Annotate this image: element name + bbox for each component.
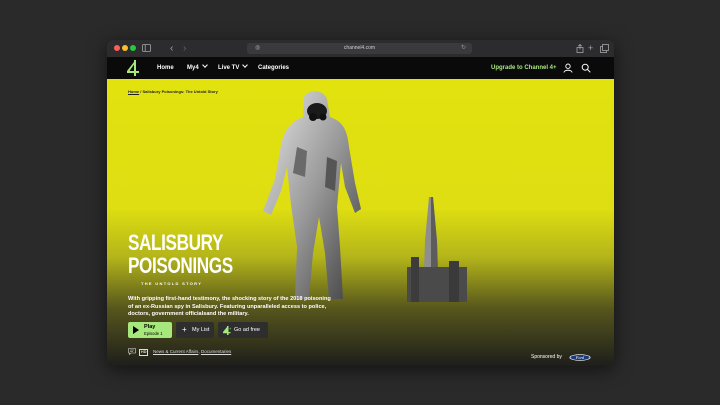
new-tab-icon[interactable]: + xyxy=(588,42,593,55)
ford-logo-text: Ford xyxy=(575,355,585,360)
genre-link-documentaries[interactable]: Documentaries xyxy=(201,349,231,354)
ford-logo-icon: Ford xyxy=(569,354,591,361)
subtitles-icon xyxy=(128,348,136,355)
breadcrumb: Home / Salisbury Poisonings: The Untold … xyxy=(128,89,218,94)
go-ad-free-button[interactable]: + Go ad free xyxy=(218,322,268,338)
genre-link-news[interactable]: News & Current Affairs xyxy=(153,349,198,354)
browser-window: ‹ › ◍ channel4.com ↻ + Home My4 Live TV … xyxy=(107,40,614,366)
play-icon xyxy=(133,326,139,334)
user-icon[interactable] xyxy=(563,63,573,73)
minimize-window-button[interactable] xyxy=(122,45,128,51)
my-list-label: My List xyxy=(192,327,210,333)
chevron-down-icon xyxy=(242,62,249,68)
share-icon[interactable] xyxy=(576,44,584,53)
shield-icon: ◍ xyxy=(255,45,261,51)
zoom-window-button[interactable] xyxy=(130,45,136,51)
site-navigation: Home My4 Live TV Categories Upgrade to C… xyxy=(107,57,614,79)
show-description: With gripping first-hand testimony, the … xyxy=(128,296,331,318)
chevron-down-icon xyxy=(201,62,208,68)
play-episode: Episode 1 xyxy=(144,331,163,336)
genre-list: News & Current Affairs, Documentaries xyxy=(153,348,231,356)
nav-live-tv-label: Live TV xyxy=(218,65,240,71)
play-button[interactable]: Play Episode 1 xyxy=(128,322,172,338)
breadcrumb-home-link[interactable]: Home xyxy=(128,89,139,94)
forward-icon[interactable]: › xyxy=(183,42,186,55)
back-icon[interactable]: ‹ xyxy=(170,42,173,55)
show-subtitle: THE UNTOLD STORY xyxy=(141,281,203,286)
reload-icon[interactable]: ↻ xyxy=(461,43,466,54)
nav-live-tv[interactable]: Live TV xyxy=(218,57,249,79)
url-text: channel4.com xyxy=(343,45,376,51)
show-title-line1: SALISBURY xyxy=(128,230,224,255)
svg-text:+: + xyxy=(229,326,232,331)
hd-badge: HD xyxy=(139,349,149,356)
upgrade-link[interactable]: Upgrade to Channel 4+ xyxy=(491,57,557,79)
nav-my4-label: My4 xyxy=(187,65,199,71)
nav-home[interactable]: Home xyxy=(157,57,174,79)
go-ad-free-label: Go ad free xyxy=(234,327,260,333)
channel4-logo-icon[interactable] xyxy=(127,60,139,76)
sidebar-icon[interactable] xyxy=(142,44,151,52)
search-icon[interactable] xyxy=(581,63,591,73)
plus-icon: + xyxy=(182,325,187,334)
tab-overview-icon[interactable] xyxy=(600,44,609,53)
address-bar[interactable]: ◍ channel4.com ↻ xyxy=(247,43,472,54)
browser-toolbar: ‹ › ◍ channel4.com ↻ + xyxy=(107,40,614,58)
hero-banner: Home / Salisbury Poisonings: The Untold … xyxy=(107,79,614,366)
hazmat-figure-image xyxy=(263,91,361,299)
nav-my4[interactable]: My4 xyxy=(187,57,208,79)
sponsor-label: Sponsored by xyxy=(531,354,562,360)
close-window-button[interactable] xyxy=(114,45,120,51)
cathedral-spire-image xyxy=(407,197,467,302)
show-title-line2: POISONINGS xyxy=(128,253,233,278)
breadcrumb-current: Salisbury Poisonings: The Untold Story xyxy=(142,89,218,94)
my-list-button[interactable]: + My List xyxy=(176,322,214,338)
channel4-plus-icon: + xyxy=(223,326,232,335)
nav-categories[interactable]: Categories xyxy=(258,57,289,79)
play-label: Play xyxy=(144,324,156,330)
